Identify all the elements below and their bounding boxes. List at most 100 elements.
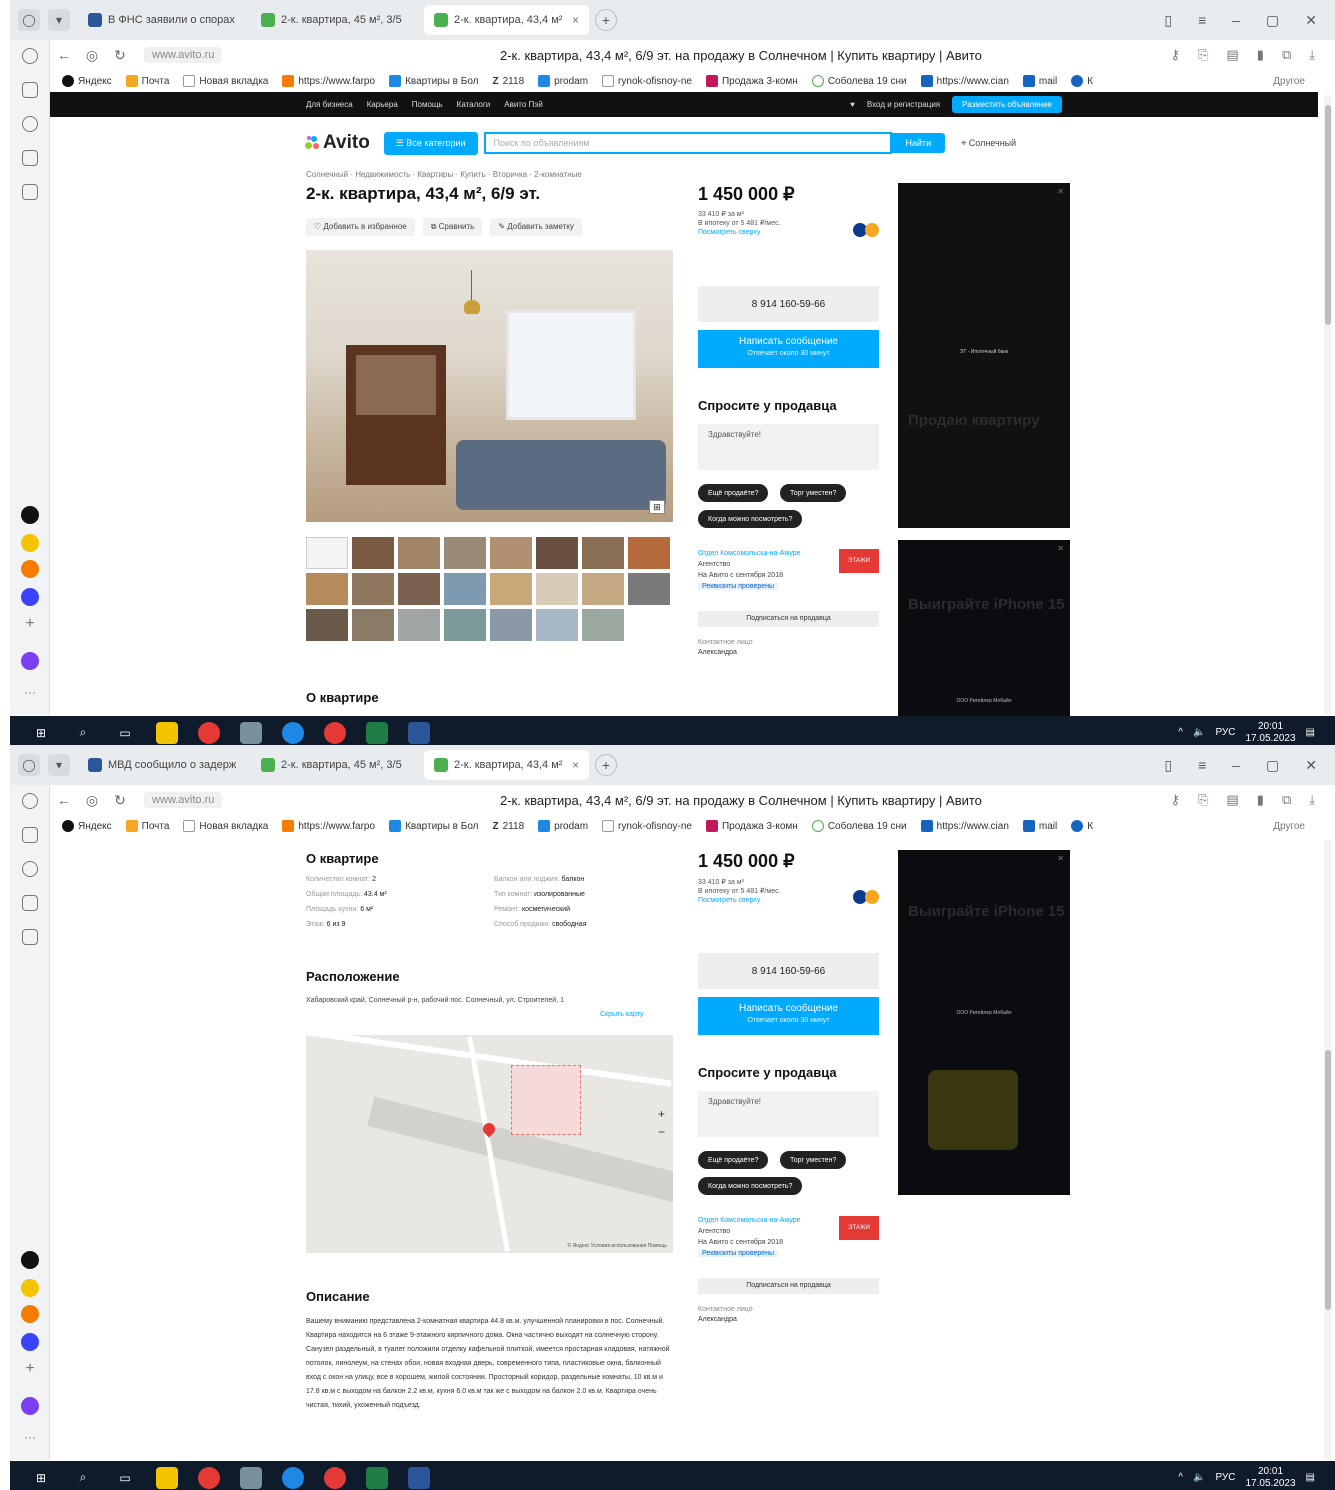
file-explorer-icon[interactable] xyxy=(156,721,178,744)
bookmark[interactable]: Z 2118 xyxy=(493,76,525,87)
maximize-icon[interactable]: ▢ xyxy=(1266,757,1279,774)
scrollbar[interactable] xyxy=(1324,95,1332,715)
bookmark[interactable]: Новая вкладка xyxy=(183,75,268,87)
thumbnail[interactable] xyxy=(582,573,624,605)
extensions-icon[interactable]: ⧉ xyxy=(1282,792,1291,808)
app-icon[interactable] xyxy=(324,1466,346,1489)
bookmark[interactable]: https://www.cian xyxy=(920,75,1009,87)
tabs-menu-icon[interactable]: ▾ xyxy=(48,754,70,776)
screenshot-icon[interactable] xyxy=(22,184,38,200)
fullscreen-icon[interactable]: ⊞ xyxy=(649,500,665,514)
bookmark[interactable]: Квартиры в Бол xyxy=(389,820,479,832)
back-icon[interactable]: ← xyxy=(50,792,78,808)
mortgage-link[interactable]: Посмотреть сверху xyxy=(698,228,781,237)
thumbnail[interactable] xyxy=(582,609,624,641)
topbar-link[interactable]: Помощь xyxy=(412,100,443,109)
add-panel-icon[interactable]: + xyxy=(21,1361,39,1379)
bookmark[interactable]: Продажа 3-комн xyxy=(705,75,798,87)
edge-icon[interactable] xyxy=(282,721,304,744)
bookmark-manager-icon[interactable]: ▯ xyxy=(1164,12,1172,29)
seller-logo[interactable]: ЭТАЖИ xyxy=(839,1216,879,1240)
tab[interactable]: МВД сообщило о задерж xyxy=(78,750,243,780)
url-field[interactable]: www.avito.ru xyxy=(144,47,223,63)
quick-question-chip[interactable]: Торг уместен? xyxy=(780,484,847,502)
play-icon[interactable] xyxy=(22,861,38,877)
mortgage-link[interactable]: Посмотреть сверху xyxy=(698,896,781,905)
task-view-icon[interactable]: ▭ xyxy=(114,1467,136,1489)
screenshot-icon[interactable] xyxy=(22,929,38,945)
bookmark[interactable]: Новая вкладка xyxy=(183,820,268,832)
more-icon[interactable]: ··· xyxy=(21,685,39,703)
eda-icon[interactable] xyxy=(21,560,39,578)
bookmark-icon[interactable]: ▮ xyxy=(1257,792,1264,808)
add-panel-icon[interactable]: + xyxy=(21,616,39,634)
bookmark[interactable]: Z 2118 xyxy=(493,821,525,832)
notes-icon[interactable] xyxy=(22,150,38,166)
tab[interactable]: 2-к. квартира, 45 м², 3/5 xyxy=(251,750,416,780)
quick-question-chip[interactable]: Когда можно посмотреть? xyxy=(698,510,803,528)
edge-icon[interactable] xyxy=(282,1466,304,1489)
thumbnail[interactable] xyxy=(628,573,670,605)
bookmark[interactable]: Соболева 19 сни xyxy=(811,820,907,832)
write-message-button[interactable]: Написать сообщение Отвечает около 30 мину… xyxy=(698,330,879,368)
app-icon[interactable] xyxy=(240,1466,262,1489)
download-icon[interactable]: ⤓ xyxy=(1309,792,1315,808)
thumbnail[interactable] xyxy=(398,573,440,605)
bookmark-manager-icon[interactable]: ▯ xyxy=(1164,757,1172,774)
chevron-up-icon[interactable]: ^ xyxy=(1178,727,1183,738)
thumbnail[interactable] xyxy=(398,537,440,569)
note-button[interactable]: ✎ Добавить заметку xyxy=(490,218,582,236)
bookmark[interactable]: prodam xyxy=(538,820,588,832)
alice-icon[interactable] xyxy=(21,1397,39,1415)
notifications-icon[interactable]: ▤ xyxy=(1306,1472,1315,1483)
windows-start-icon[interactable]: ⊞ xyxy=(30,722,52,744)
bookmark[interactable]: Яндекс xyxy=(62,820,112,832)
url-field[interactable]: www.avito.ru xyxy=(144,792,223,808)
main-photo[interactable]: ⊞ xyxy=(306,250,673,522)
thumbnail[interactable] xyxy=(352,609,394,641)
app-icon[interactable] xyxy=(240,721,262,744)
hide-map-link[interactable]: Скрыть карту xyxy=(600,1011,643,1018)
map-zoom-controls[interactable]: + − xyxy=(658,1105,665,1141)
bookmark[interactable]: К xyxy=(1071,75,1093,87)
translate-icon[interactable]: ⎘ xyxy=(1198,792,1208,808)
categories-button[interactable]: ☰ Все категории xyxy=(383,131,478,155)
scrollbar[interactable] xyxy=(1324,840,1332,1460)
heart-icon[interactable]: ♥ xyxy=(850,100,855,109)
favorite-button[interactable]: ♡ Добавить в избранное xyxy=(306,218,415,236)
topbar-link[interactable]: Авито Пэй xyxy=(504,100,543,109)
more-icon[interactable]: ··· xyxy=(21,1430,39,1448)
bookmark[interactable]: rynok-ofisnoy-ne xyxy=(602,75,692,87)
search-icon[interactable]: ⌕ xyxy=(72,722,94,744)
protect-icon[interactable]: ◎ xyxy=(78,47,106,64)
language-indicator[interactable]: РУС xyxy=(1215,727,1235,738)
excel-icon[interactable] xyxy=(366,1466,388,1489)
reload-icon[interactable]: ↻ xyxy=(106,792,134,809)
reload-icon[interactable]: ↻ xyxy=(106,47,134,64)
close-tab-icon[interactable]: × xyxy=(572,758,579,772)
key-icon[interactable]: ⚷ xyxy=(1171,47,1181,63)
compare-button[interactable]: ⧉ Сравнить xyxy=(422,218,483,236)
close-window-icon[interactable]: ✕ xyxy=(1305,757,1317,774)
quick-question-chip[interactable]: Ещё продаёте? xyxy=(698,484,769,502)
thumbnail[interactable] xyxy=(536,573,578,605)
new-tab-button[interactable]: + xyxy=(595,9,617,31)
tab[interactable]: В ФНС заявили о спорах xyxy=(78,5,243,35)
yandex-plus-icon[interactable] xyxy=(21,506,39,524)
bookmark[interactable]: Почта xyxy=(125,820,169,832)
thumbnail[interactable] xyxy=(306,573,348,605)
topbar-link[interactable]: Карьера xyxy=(367,100,398,109)
breadcrumb[interactable]: Солнечный · Недвижимость · Квартиры · Ку… xyxy=(306,170,582,179)
bookmark[interactable]: Яндекс xyxy=(62,75,112,87)
minimize-icon[interactable]: – xyxy=(1232,757,1240,774)
tabs-menu-icon[interactable]: ▾ xyxy=(48,9,70,31)
language-indicator[interactable]: РУС xyxy=(1215,1472,1235,1483)
thumbnail[interactable] xyxy=(490,573,532,605)
yandex-browser-icon[interactable] xyxy=(198,721,220,744)
thumbnail[interactable] xyxy=(398,609,440,641)
bookmark[interactable]: https://www.farpo xyxy=(282,75,375,87)
minimize-icon[interactable]: – xyxy=(1232,12,1240,29)
search-input[interactable]: Поиск по объявлениям xyxy=(483,132,892,154)
bookmark[interactable]: Квартиры в Бол xyxy=(389,75,479,87)
topbar-link[interactable]: Каталоги xyxy=(457,100,491,109)
